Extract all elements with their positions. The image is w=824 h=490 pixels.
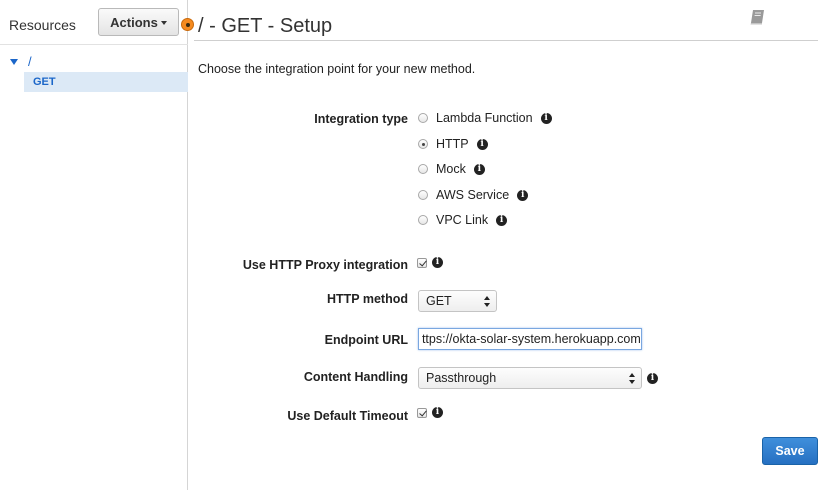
select-arrows-icon bbox=[629, 373, 636, 384]
http-method-select[interactable]: GET bbox=[418, 290, 497, 312]
radio-mock[interactable] bbox=[418, 164, 428, 174]
info-icon[interactable]: i bbox=[476, 138, 488, 150]
integration-type-label: Integration type bbox=[314, 112, 408, 126]
radio-label: Mock bbox=[436, 162, 466, 176]
save-button[interactable]: Save bbox=[762, 437, 818, 465]
http-proxy-label: Use HTTP Proxy integration bbox=[242, 258, 408, 272]
radio-label: AWS Service bbox=[436, 188, 510, 202]
page-title: / - GET - Setup bbox=[198, 15, 333, 37]
actions-button[interactable]: Actions bbox=[98, 8, 179, 36]
http-method-value: GET bbox=[426, 294, 452, 308]
radio-vpc-link[interactable] bbox=[418, 215, 428, 225]
tree-root-label: / bbox=[28, 54, 32, 69]
tree-item-get[interactable]: GET bbox=[24, 72, 188, 92]
endpoint-url-label: Endpoint URL bbox=[324, 333, 408, 347]
option-mock[interactable]: Mock i bbox=[418, 161, 485, 177]
info-icon[interactable]: i bbox=[517, 189, 529, 201]
radio-label: VPC Link bbox=[436, 213, 489, 227]
radio-label: Lambda Function bbox=[436, 111, 533, 125]
content-handling-value: Passthrough bbox=[426, 371, 497, 385]
book-icon[interactable] bbox=[749, 9, 766, 25]
title-divider bbox=[194, 40, 818, 41]
info-icon[interactable]: i bbox=[647, 373, 658, 384]
splitter-handle-icon[interactable] bbox=[181, 18, 194, 31]
option-lambda-function[interactable]: Lambda Function i bbox=[418, 110, 552, 126]
info-icon[interactable]: i bbox=[496, 214, 508, 226]
caret-down-icon[interactable] bbox=[10, 58, 18, 65]
info-icon[interactable]: i bbox=[432, 257, 443, 268]
option-http[interactable]: HTTP i bbox=[418, 136, 488, 152]
info-icon[interactable]: i bbox=[432, 407, 443, 418]
sidebar-header: Resources Actions bbox=[0, 0, 188, 45]
sidebar-title: Resources bbox=[9, 17, 76, 33]
http-proxy-checkbox[interactable] bbox=[417, 258, 427, 268]
option-aws-service[interactable]: AWS Service i bbox=[418, 187, 529, 203]
default-timeout-label: Use Default Timeout bbox=[287, 409, 408, 423]
option-vpc-link[interactable]: VPC Link i bbox=[418, 212, 508, 228]
info-icon[interactable]: i bbox=[540, 112, 552, 124]
info-icon[interactable]: i bbox=[473, 163, 485, 175]
intro-text: Choose the integration point for your ne… bbox=[198, 62, 476, 76]
radio-http[interactable] bbox=[418, 139, 428, 149]
content-handling-select[interactable]: Passthrough bbox=[418, 367, 642, 389]
radio-label: HTTP bbox=[436, 137, 469, 151]
default-timeout-checkbox[interactable] bbox=[417, 408, 427, 418]
actions-label: Actions bbox=[110, 14, 158, 30]
chevron-down-icon bbox=[160, 21, 167, 25]
tree-child-label: GET bbox=[33, 76, 56, 88]
endpoint-url-input[interactable] bbox=[418, 328, 642, 350]
radio-lambda-function[interactable] bbox=[418, 113, 428, 123]
tree-item-root[interactable]: / bbox=[10, 54, 32, 69]
http-method-label: HTTP method bbox=[326, 292, 408, 306]
radio-aws-service[interactable] bbox=[418, 190, 428, 200]
select-arrows-icon bbox=[484, 296, 491, 307]
resources-sidebar: Resources Actions / GET bbox=[0, 0, 188, 490]
content-handling-label: Content Handling bbox=[303, 370, 408, 384]
